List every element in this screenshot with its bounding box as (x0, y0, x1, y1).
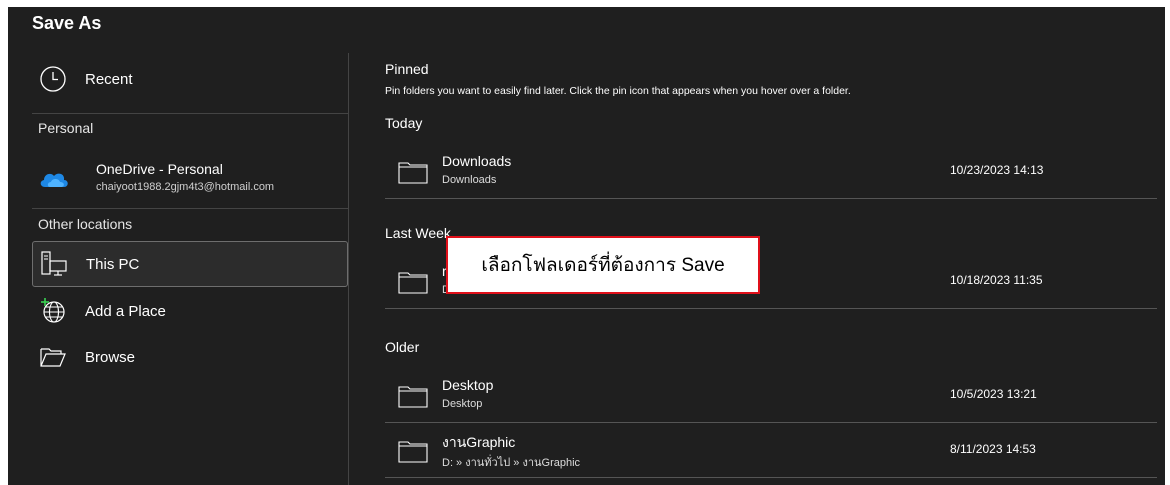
folder-icon (398, 384, 428, 413)
group-last-week-header: Last Week (385, 225, 451, 241)
nav-add-place[interactable]: Add a Place (32, 288, 348, 334)
nav-browse[interactable]: Browse (32, 334, 348, 380)
folder-path: Downloads (442, 174, 497, 186)
folder-row-graphic[interactable]: งานGraphic D: » งานทั่วไป » งานGraphic 8… (385, 426, 1157, 478)
clock-icon (39, 65, 67, 93)
folder-row-downloads[interactable]: Downloads Downloads 10/23/2023 14:13 (385, 147, 1157, 199)
onedrive-cloud-icon (39, 169, 69, 194)
onedrive-name: OneDrive - Personal (96, 161, 223, 177)
divider (32, 113, 348, 114)
pinned-description: Pin folders you want to easily find late… (385, 85, 851, 97)
onedrive-email: chaiyoot1988.2gjm4t3@hotmail.com (96, 181, 275, 193)
computer-icon (40, 250, 68, 278)
save-as-panel: Save As Recent Personal OneDrive - Perso… (8, 7, 1165, 485)
section-other-locations: Other locations (38, 216, 133, 232)
nav-browse-label: Browse (85, 348, 136, 366)
folder-date: 10/18/2023 11:35 (950, 273, 1043, 287)
folder-path: D: » งานทั่วไป » งานGraphic (442, 457, 581, 469)
folder-date: 8/11/2023 14:53 (950, 442, 1036, 456)
row-separator (385, 308, 1157, 309)
nav-add-place-label: Add a Place (85, 302, 166, 320)
divider (32, 208, 348, 209)
pane-divider (348, 53, 349, 485)
open-folder-icon (39, 343, 67, 371)
page-title: Save As (32, 13, 102, 33)
group-today-header: Today (385, 115, 423, 131)
row-separator (385, 422, 1157, 423)
nav-recent-label: Recent (85, 70, 133, 88)
nav-recent[interactable]: Recent (32, 56, 348, 102)
folder-name: Desktop (442, 377, 494, 393)
nav-this-pc[interactable]: This PC (32, 241, 348, 287)
nav-this-pc-label: This PC (86, 255, 140, 273)
group-older-header: Older (385, 339, 420, 355)
folder-name: Downloads (442, 153, 512, 169)
nav-onedrive-personal[interactable]: OneDrive - Personal chaiyoot1988.2gjm4t3… (32, 155, 348, 203)
instruction-callout: เลือกโฟลเดอร์ที่ต้องการ Save (446, 236, 760, 294)
pinned-header: Pinned (385, 61, 429, 77)
folder-date: 10/5/2023 13:21 (950, 387, 1037, 401)
globe-add-icon (39, 297, 67, 325)
folder-path: Desktop (442, 398, 483, 410)
folder-icon (398, 160, 428, 189)
folder-icon (398, 439, 428, 468)
folder-row-desktop[interactable]: Desktop Desktop 10/5/2023 13:21 (385, 371, 1157, 423)
row-separator (385, 198, 1157, 199)
row-separator (385, 477, 1157, 478)
folder-name: งานGraphic (442, 434, 516, 450)
section-personal: Personal (38, 120, 94, 136)
folder-icon (398, 270, 428, 299)
folder-date: 10/23/2023 14:13 (950, 163, 1044, 177)
